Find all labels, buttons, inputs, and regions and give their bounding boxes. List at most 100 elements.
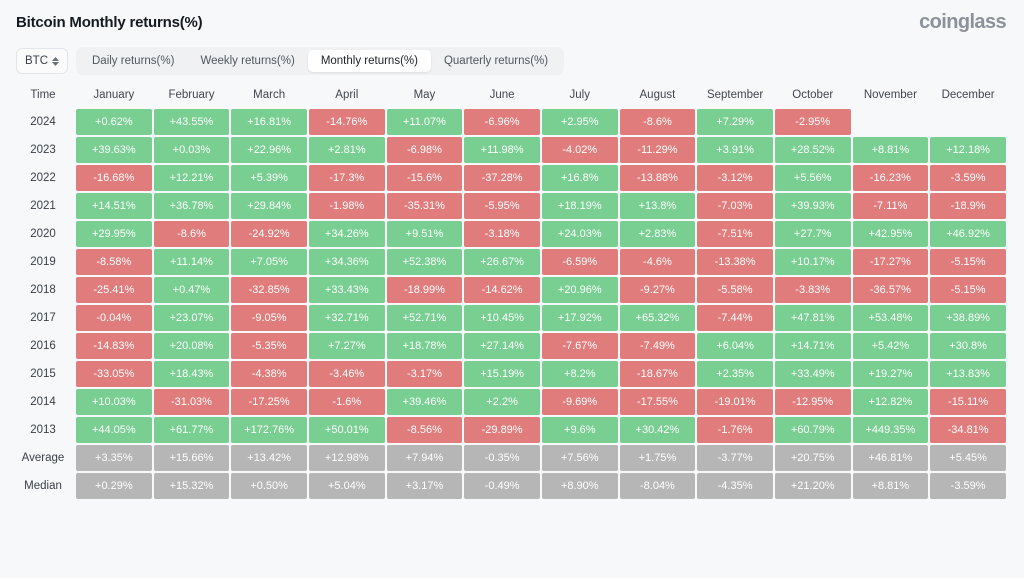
return-cell: -18.9% (930, 193, 1006, 219)
return-cell: +47.81% (774, 305, 851, 331)
coinglass-logo: coinglass (919, 10, 1006, 33)
returns-period-tabs: Daily returns(%) Weekly returns(%) Month… (76, 47, 565, 75)
return-cell: +61.77% (153, 417, 230, 443)
symbol-select[interactable]: BTC (16, 48, 68, 74)
return-cell: -1.6% (308, 389, 385, 415)
return-cell: -32.85% (231, 277, 307, 303)
return-cell: +27.7% (774, 221, 851, 247)
return-cell: +0.50% (231, 473, 307, 499)
return-cell: +2.83% (619, 221, 696, 247)
tab-quarterly-returns[interactable]: Quarterly returns(%) (431, 50, 561, 72)
return-cell: +1.75% (619, 445, 696, 471)
return-cell: -6.98% (386, 137, 463, 163)
return-cell: -25.41% (76, 277, 152, 303)
return-cell: +20.96% (541, 277, 618, 303)
column-header-january: January (93, 89, 135, 101)
return-cell: +11.98% (464, 137, 540, 163)
return-cell: +9.6% (541, 417, 618, 443)
return-cell: +11.14% (153, 249, 230, 275)
column-header-june: June (489, 89, 515, 101)
return-cell: +0.47% (153, 277, 230, 303)
return-cell: +14.71% (774, 333, 851, 359)
return-cell: -17.27% (852, 249, 929, 275)
return-cell: -24.92% (231, 221, 307, 247)
row-label: 2020 (30, 228, 56, 240)
return-cell: +7.05% (231, 249, 307, 275)
tab-monthly-returns[interactable]: Monthly returns(%) (307, 50, 431, 72)
column-header-time: Time (30, 89, 56, 101)
return-cell: +15.66% (153, 445, 230, 471)
column-header-september: September (706, 89, 764, 101)
column-header-october: October (792, 89, 834, 101)
return-cell: +10.45% (464, 305, 540, 331)
column-header-february: February (168, 89, 215, 101)
monthly-returns-table: Time January February March April May June July… (10, 82, 1008, 501)
return-cell: -13.38% (697, 249, 773, 275)
returns-table-wrap: Time January February March April May June July… (0, 78, 1024, 501)
row-label: 2022 (30, 172, 56, 184)
return-cell: +39.46% (386, 389, 463, 415)
return-cell: -17.55% (619, 389, 696, 415)
return-cell: -8.56% (386, 417, 463, 443)
return-cell: -8.6% (153, 221, 230, 247)
return-cell: +20.08% (153, 333, 230, 359)
return-cell: -3.83% (774, 277, 851, 303)
return-cell: +2.81% (308, 137, 385, 163)
return-cell: +42.95% (852, 221, 929, 247)
return-cell: +0.29% (76, 473, 152, 499)
row-label: Median (24, 480, 62, 492)
return-cell: +7.94% (386, 445, 463, 471)
controls-bar: BTC Daily returns(%) Weekly returns(%) M… (0, 44, 1024, 78)
return-cell: +19.27% (852, 361, 929, 387)
return-cell: +30.8% (930, 333, 1006, 359)
return-cell: +28.52% (774, 137, 851, 163)
return-cell: -5.58% (697, 277, 773, 303)
return-cell: +12.18% (930, 137, 1006, 163)
return-cell: +65.32% (619, 305, 696, 331)
return-cell: -0.49% (464, 473, 540, 499)
return-cell: +7.56% (541, 445, 618, 471)
return-cell: +29.84% (231, 193, 307, 219)
return-cell: +39.63% (76, 137, 152, 163)
stat-row: Average +3.35% +15.66% +13.42% +12.98% +7.94%… (12, 445, 1006, 471)
page-title: Bitcoin Monthly returns(%) (16, 13, 203, 31)
return-cell: +52.71% (386, 305, 463, 331)
return-cell: -3.12% (697, 165, 773, 191)
return-cell: +50.01% (308, 417, 385, 443)
return-cell: +24.03% (541, 221, 618, 247)
return-cell: +2.2% (464, 389, 540, 415)
return-cell: +33.43% (308, 277, 385, 303)
column-header-april: April (335, 89, 359, 101)
return-cell: +5.39% (231, 165, 307, 191)
return-cell: -12.95% (774, 389, 851, 415)
return-cell: -6.96% (464, 109, 540, 135)
return-cell: +33.49% (774, 361, 851, 387)
return-cell: -14.62% (464, 277, 540, 303)
return-cell: +3.35% (76, 445, 152, 471)
row-label: 2024 (30, 116, 56, 128)
return-cell: -11.29% (619, 137, 696, 163)
return-cell: -3.59% (930, 473, 1006, 499)
return-cell: +60.79% (774, 417, 851, 443)
return-cell: -2.95% (774, 109, 851, 135)
return-cell: +29.95% (76, 221, 152, 247)
page-header: Bitcoin Monthly returns(%) coinglass (0, 0, 1024, 44)
return-cell: -8.6% (619, 109, 696, 135)
return-cell: +18.78% (386, 333, 463, 359)
table-row: 2022 -16.68% +12.21% +5.39% -17.3% -15.6% -37.… (12, 165, 1006, 191)
table-row: 2013 +44.05% +61.77% +172.76% +50.01% -8.56% -… (12, 417, 1006, 443)
return-cell: +38.89% (930, 305, 1006, 331)
tab-weekly-returns[interactable]: Weekly returns(%) (187, 50, 307, 72)
return-cell: +3.91% (697, 137, 773, 163)
return-cell: -18.99% (386, 277, 463, 303)
return-cell: +0.03% (153, 137, 230, 163)
return-cell: -14.83% (76, 333, 152, 359)
return-cell: +39.93% (774, 193, 851, 219)
tab-daily-returns[interactable]: Daily returns(%) (79, 50, 187, 72)
return-cell: +21.20% (774, 473, 851, 499)
return-cell: -1.98% (308, 193, 385, 219)
return-cell (853, 109, 929, 135)
return-cell: -8.04% (619, 473, 696, 499)
return-cell: -36.57% (852, 277, 929, 303)
return-cell: +10.03% (76, 389, 152, 415)
